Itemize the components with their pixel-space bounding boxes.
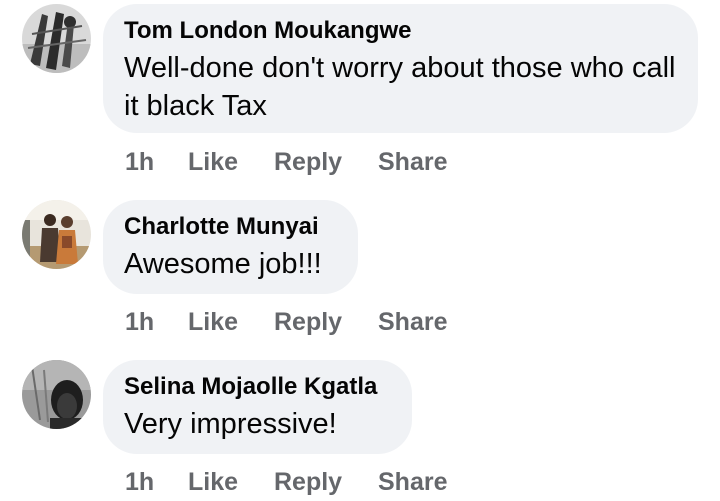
comment-actions: 1h Like Reply Share — [125, 304, 447, 340]
comment-text: Well-done don't worry about those who ca… — [124, 52, 676, 122]
avatar[interactable] — [22, 4, 91, 73]
comment-bubble: Tom London Moukangwe Well-done don't wor… — [103, 4, 698, 133]
like-button[interactable]: Like — [188, 308, 274, 337]
avatar[interactable] — [22, 200, 91, 269]
comment-timestamp[interactable]: 1h — [125, 308, 188, 337]
reply-button[interactable]: Reply — [274, 468, 378, 497]
share-button[interactable]: Share — [378, 468, 447, 497]
reply-button[interactable]: Reply — [274, 148, 378, 177]
comment-author[interactable]: Tom London Moukangwe — [124, 16, 676, 46]
comment-timestamp[interactable]: 1h — [125, 148, 188, 177]
comment-author[interactable]: Selina Mojaolle Kgatla — [124, 372, 390, 402]
avatar[interactable] — [22, 360, 91, 429]
avatar-photo — [22, 360, 91, 429]
comment-author[interactable]: Charlotte Munyai — [124, 212, 336, 242]
comment-bubble: Charlotte Munyai Awesome job!!! — [103, 200, 358, 294]
reply-button[interactable]: Reply — [274, 308, 378, 337]
avatar-photo — [22, 4, 91, 73]
like-button[interactable]: Like — [188, 148, 274, 177]
share-button[interactable]: Share — [378, 148, 447, 177]
comment-timestamp[interactable]: 1h — [125, 468, 188, 497]
avatar-photo — [22, 200, 91, 269]
share-button[interactable]: Share — [378, 308, 447, 337]
like-button[interactable]: Like — [188, 468, 274, 497]
comment-actions: 1h Like Reply Share — [125, 464, 447, 500]
comment-text: Awesome job!!! — [124, 248, 322, 280]
comment-actions: 1h Like Reply Share — [125, 144, 447, 180]
comment-bubble: Selina Mojaolle Kgatla Very impressive! — [103, 360, 412, 454]
comment-text: Very impressive! — [124, 408, 337, 440]
